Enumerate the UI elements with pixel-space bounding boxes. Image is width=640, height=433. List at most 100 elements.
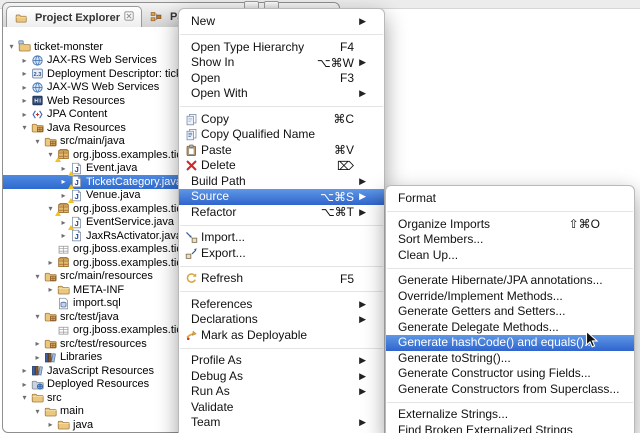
collapse-arrow-icon[interactable]: ▾ [32,405,43,419]
expand-arrow-icon[interactable]: ▸ [45,283,56,297]
submenu-arrow-icon: ▶ [359,384,366,400]
menu-item-label: Generate hashCode() and equals()... [398,335,594,351]
menu-item-organize-imports[interactable]: Organize Imports⇧⌘O [386,217,634,233]
menu-item-refresh[interactable]: Refresh F5 [179,271,384,287]
copy-icon [184,113,198,126]
tree-item-label: org.jboss.examples.tick [73,149,187,161]
expand-arrow-icon[interactable]: ▸ [58,229,69,243]
menu-item-copy[interactable]: Copy⌘C [179,112,384,128]
menu-item-override-implement-methods[interactable]: Override/Implement Methods... [386,289,634,305]
menu-item-generate-constructors-from-superclass[interactable]: Generate Constructors from Superclass... [386,382,634,398]
tree-item-label: JPA Content [47,108,107,120]
menu-shortcut: F5 [340,272,354,286]
menu-item-references[interactable]: References▶ [179,297,384,313]
menu-item-label: Refresh [201,271,243,287]
expand-arrow-icon[interactable]: ▸ [32,351,43,365]
menu-item-profile-as[interactable]: Profile As▶ [179,353,384,369]
menu-separator [179,261,384,271]
menu-item-label: Sort Members... [398,232,483,248]
menu-item-export[interactable]: Export... [179,246,384,262]
expand-arrow-icon[interactable]: ▸ [32,337,43,351]
menu-item-source[interactable]: Source⌥⌘S▶ [179,189,384,205]
menu-item-build-path[interactable]: Build Path▶ [179,174,384,190]
expand-arrow-icon[interactable]: ▸ [19,378,30,392]
menu-item-open[interactable]: Open F3 [179,71,384,87]
expand-arrow-icon[interactable]: ▸ [19,94,30,108]
close-icon[interactable] [124,11,134,24]
menu-item-new[interactable]: New▶ [179,14,384,30]
collapse-arrow-icon[interactable]: ▾ [6,40,17,54]
paste-icon [184,144,198,157]
menu-shortcut: ⌦ [337,159,354,173]
menu-item-find-broken-externalized-strings[interactable]: Find Broken Externalized Strings [386,423,634,433]
menu-item-open-type-hierarchy[interactable]: Open Type HierarchyF4 [179,40,384,56]
collapse-arrow-icon[interactable]: ▾ [19,121,30,135]
expand-arrow-icon[interactable]: ▸ [19,108,30,122]
menu-item-team[interactable]: Team▶ [179,415,384,431]
collapse-arrow-icon[interactable]: ▾ [19,391,30,405]
menu-item-format[interactable]: Format [386,191,634,207]
tree-item-label: ticket-monster [34,41,103,53]
menu-item-mark-as-deployable[interactable]: Mark as Deployable [179,328,384,344]
menu-item-label: Mark as Deployable [201,328,307,344]
menu-item-open-with[interactable]: Open With▶ [179,86,384,102]
menu-item-label: Open With [191,86,248,102]
menu-item-validate[interactable]: Validate [179,400,384,416]
menu-item-externalize-strings[interactable]: Externalize Strings... [386,407,634,423]
menu-item-sort-members[interactable]: Sort Members... [386,232,634,248]
menu-separator [179,287,384,297]
tab-project-explorer[interactable]: Project Explorer [6,6,142,28]
menu-item-generate-tostring[interactable]: Generate toString()... [386,351,634,367]
submenu-arrow-icon: ▶ [359,312,366,328]
menu-shortcut: F3 [340,71,354,85]
submenu-arrow-icon: ▶ [359,353,366,369]
menu-item-declarations[interactable]: Declarations▶ [179,312,384,328]
menu-item-label: Generate Hibernate/JPA annotations... [398,273,603,289]
menu-item-refactor[interactable]: Refactor⌥⌘T▶ [179,205,384,221]
tab-label: Project Explorer [35,12,120,24]
menu-item-generate-hibernate-jpa-annotations[interactable]: Generate Hibernate/JPA annotations... [386,273,634,289]
expand-arrow-icon[interactable]: ▸ [19,54,30,68]
menu-item-generate-getters-and-setters[interactable]: Generate Getters and Setters... [386,304,634,320]
menu-item-run-as[interactable]: Run As▶ [179,384,384,400]
expand-arrow-icon[interactable]: ▸ [45,256,56,270]
collapse-arrow-icon[interactable]: ▾ [32,310,43,324]
menu-item-label: Generate Delegate Methods... [398,320,559,336]
expand-arrow-icon[interactable]: ▸ [45,418,56,432]
tree-item-label: TicketCategory.java [86,176,182,188]
menu-item-delete[interactable]: Delete⌦ [179,158,384,174]
expand-arrow-icon[interactable]: ▸ [19,67,30,81]
menu-item-copy-qualified-name[interactable]: Copy Qualified Name [179,127,384,143]
menu-item-label: Build Path [191,174,246,190]
expand-arrow-icon[interactable]: ▸ [19,81,30,95]
svg-text:J: J [74,178,78,187]
menu-item-clean-up[interactable]: Clean Up... [386,248,634,264]
tree-item-label: Event.java [86,162,137,174]
menu-item-label: Open [191,71,220,87]
menu-item-generate-constructor-using-fields[interactable]: Generate Constructor using Fields... [386,366,634,382]
menu-shortcut: ⌘C [333,112,354,126]
tree-item-label: JAX-RS Web Services [47,54,157,66]
menu-item-debug-as[interactable]: Debug As▶ [179,369,384,385]
java-file-icon: J [69,189,83,202]
menu-item-show-in[interactable]: Show In⌥⌘W▶ [179,55,384,71]
tree-item-label: JAX-WS Web Services [47,81,159,93]
context-menu: New▶Open Type HierarchyF4Show In⌥⌘W▶Open… [178,8,385,433]
menu-item-label: Refactor [191,205,236,221]
menu-shortcut: ⌘V [334,143,354,157]
menu-item-paste[interactable]: Paste⌘V [179,143,384,159]
collapse-arrow-icon[interactable]: ▾ [32,270,43,284]
menu-separator [179,220,384,230]
tree-item-label: main [60,405,84,417]
submenu-arrow-icon: ▶ [359,297,366,313]
menu-item-label: Generate toString()... [398,351,511,367]
tree-item-label: org.jboss.examples.tick [73,257,187,269]
menu-item-import[interactable]: Import... [179,230,384,246]
web-services-icon [30,81,44,94]
collapse-arrow-icon[interactable]: ▾ [32,135,43,149]
menu-item-label: New [191,14,215,30]
java-file-icon: J [69,229,83,242]
expand-arrow-icon[interactable]: ▸ [19,364,30,378]
import-icon [184,231,198,244]
package-icon [56,148,70,161]
